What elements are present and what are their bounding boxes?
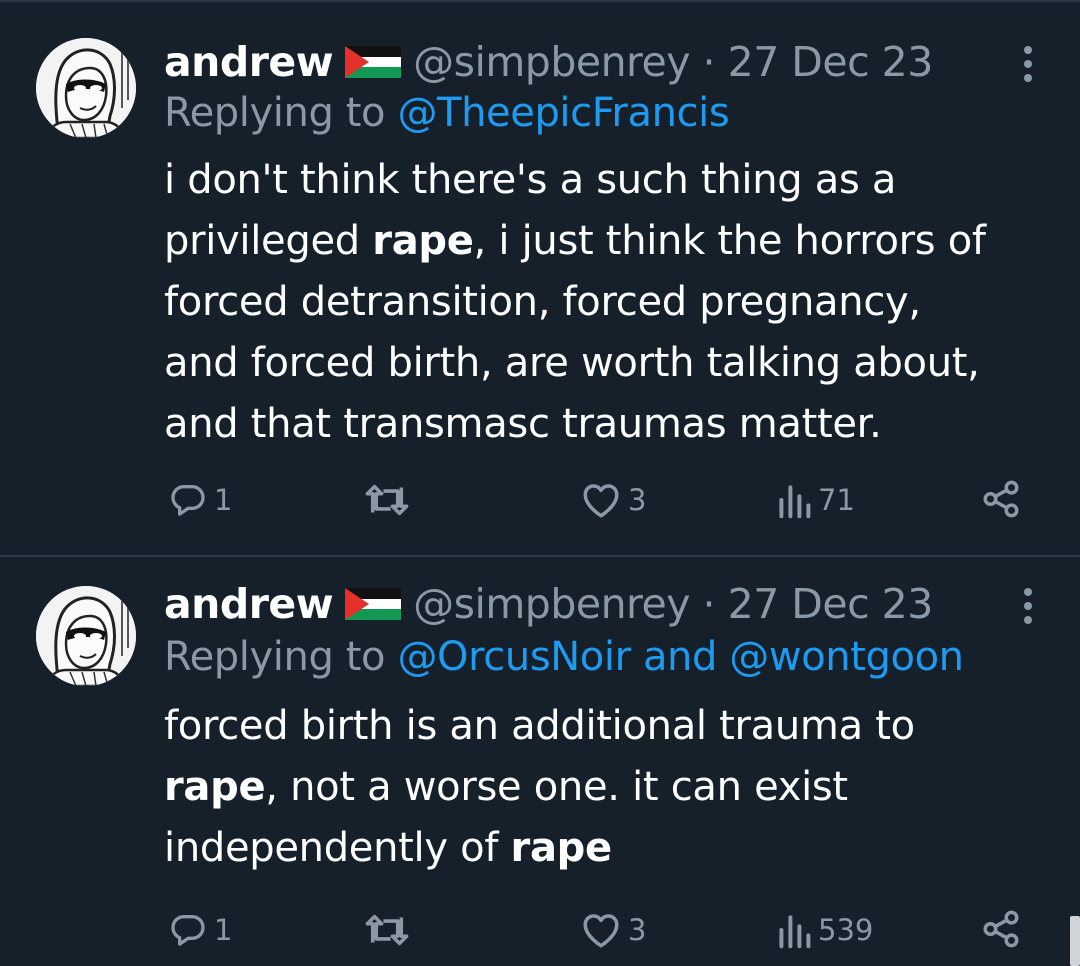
mention-link[interactable]: @OrcusNoir and @wontgoon [397,634,964,680]
views-button[interactable]: 539 [776,910,873,950]
replying-to-label: Replying to [164,634,398,680]
avatar[interactable] [36,38,136,138]
palestine-flag-icon [345,588,402,620]
scrollbar[interactable] [1070,916,1080,966]
text-run: independently of [164,825,511,871]
text-run: and that transmasc traumas matter. [164,401,882,447]
like-count: 3 [628,913,647,947]
highlighted-term: rape [510,825,613,871]
like-button[interactable]: 3 [580,910,646,950]
views-icon [779,485,811,519]
highlighted-term: rape [372,218,474,264]
like-button[interactable]: 3 [580,480,646,520]
views-icon [779,915,811,949]
tweet[interactable]: andrew @simpbenrey · 27 Dec 23 Replying … [0,8,1080,556]
display-name[interactable]: andrew [164,580,334,628]
palestine-flag-icon [345,46,402,78]
share-icon [983,480,1019,518]
views-button[interactable]: 71 [776,480,855,520]
view-count: 539 [818,913,874,947]
like-count: 3 [628,483,647,517]
reply-count: 1 [214,913,233,947]
tweet-text-line: privileged rape, i just think the horror… [164,211,1044,272]
retweet-button[interactable] [362,912,412,948]
replying-to: Replying to @TheepicFrancis [164,90,730,136]
text-run: forced detransition, forced pregnancy, [164,279,921,325]
tweet-text: i don't think there's a such thing as a p… [164,150,1044,455]
more-icon[interactable] [1022,44,1034,84]
heart-icon [583,484,619,518]
text-run: , i just think the horrors of [473,218,986,264]
tweet-header: andrew @simpbenrey · 27 Dec 23 [164,32,933,92]
reply-count: 1 [214,483,233,517]
tweet-divider [0,555,1080,557]
replying-to-label: Replying to [164,90,398,136]
display-name[interactable]: andrew [164,38,334,86]
tweet-text-line: i don't think there's a such thing as a [164,150,1044,211]
tweet-text-line: and that transmasc traumas matter. [164,394,1044,455]
retweet-button[interactable] [362,482,412,518]
reply-icon [171,485,205,516]
share-icon [983,910,1019,948]
tweet-text-line: independently of rape [164,818,1044,879]
tweet-header: andrew @simpbenrey · 27 Dec 23 [164,574,933,634]
view-count: 71 [818,483,855,517]
replying-to: Replying to @OrcusNoir and @wontgoon [164,634,964,680]
tweet[interactable]: andrew @simpbenrey · 27 Dec 23 Replying … [0,558,1080,966]
more-icon[interactable] [1022,586,1034,626]
retweet-icon [365,484,409,516]
reply-icon [171,915,205,946]
handle-and-time[interactable]: @simpbenrey · 27 Dec 23 [413,580,933,628]
retweet-icon [365,914,409,946]
highlighted-term: rape [164,764,266,810]
reply-button[interactable]: 1 [168,480,232,520]
text-run: i don't think there's a such thing as a [164,157,897,203]
share-button[interactable] [980,908,1022,950]
share-button[interactable] [980,478,1022,520]
tweet-actions: 1 3 71 [0,476,1080,524]
tweet-text: forced birth is an additional trauma to r… [164,696,1044,879]
tweet-actions: 1 3 539 [0,906,1080,954]
text-run: privileged [164,218,373,264]
tweet-text-line: forced birth is an additional trauma to [164,696,1044,757]
reply-button[interactable]: 1 [168,910,232,950]
text-run: and forced birth, are worth talking abou… [164,340,980,386]
heart-icon [583,914,619,948]
avatar[interactable] [36,586,136,686]
tweet-text-line: rape, not a worse one. it can exist [164,757,1044,818]
top-divider [0,0,1080,2]
tweet-text-line: forced detransition, forced pregnancy, [164,272,1044,333]
mention-link[interactable]: @TheepicFrancis [397,90,729,136]
handle-and-time[interactable]: @simpbenrey · 27 Dec 23 [413,38,933,86]
tweet-text-line: and forced birth, are worth talking abou… [164,333,1044,394]
text-run: forced birth is an additional trauma to [164,703,915,749]
text-run: , not a worse one. it can exist [265,764,848,810]
